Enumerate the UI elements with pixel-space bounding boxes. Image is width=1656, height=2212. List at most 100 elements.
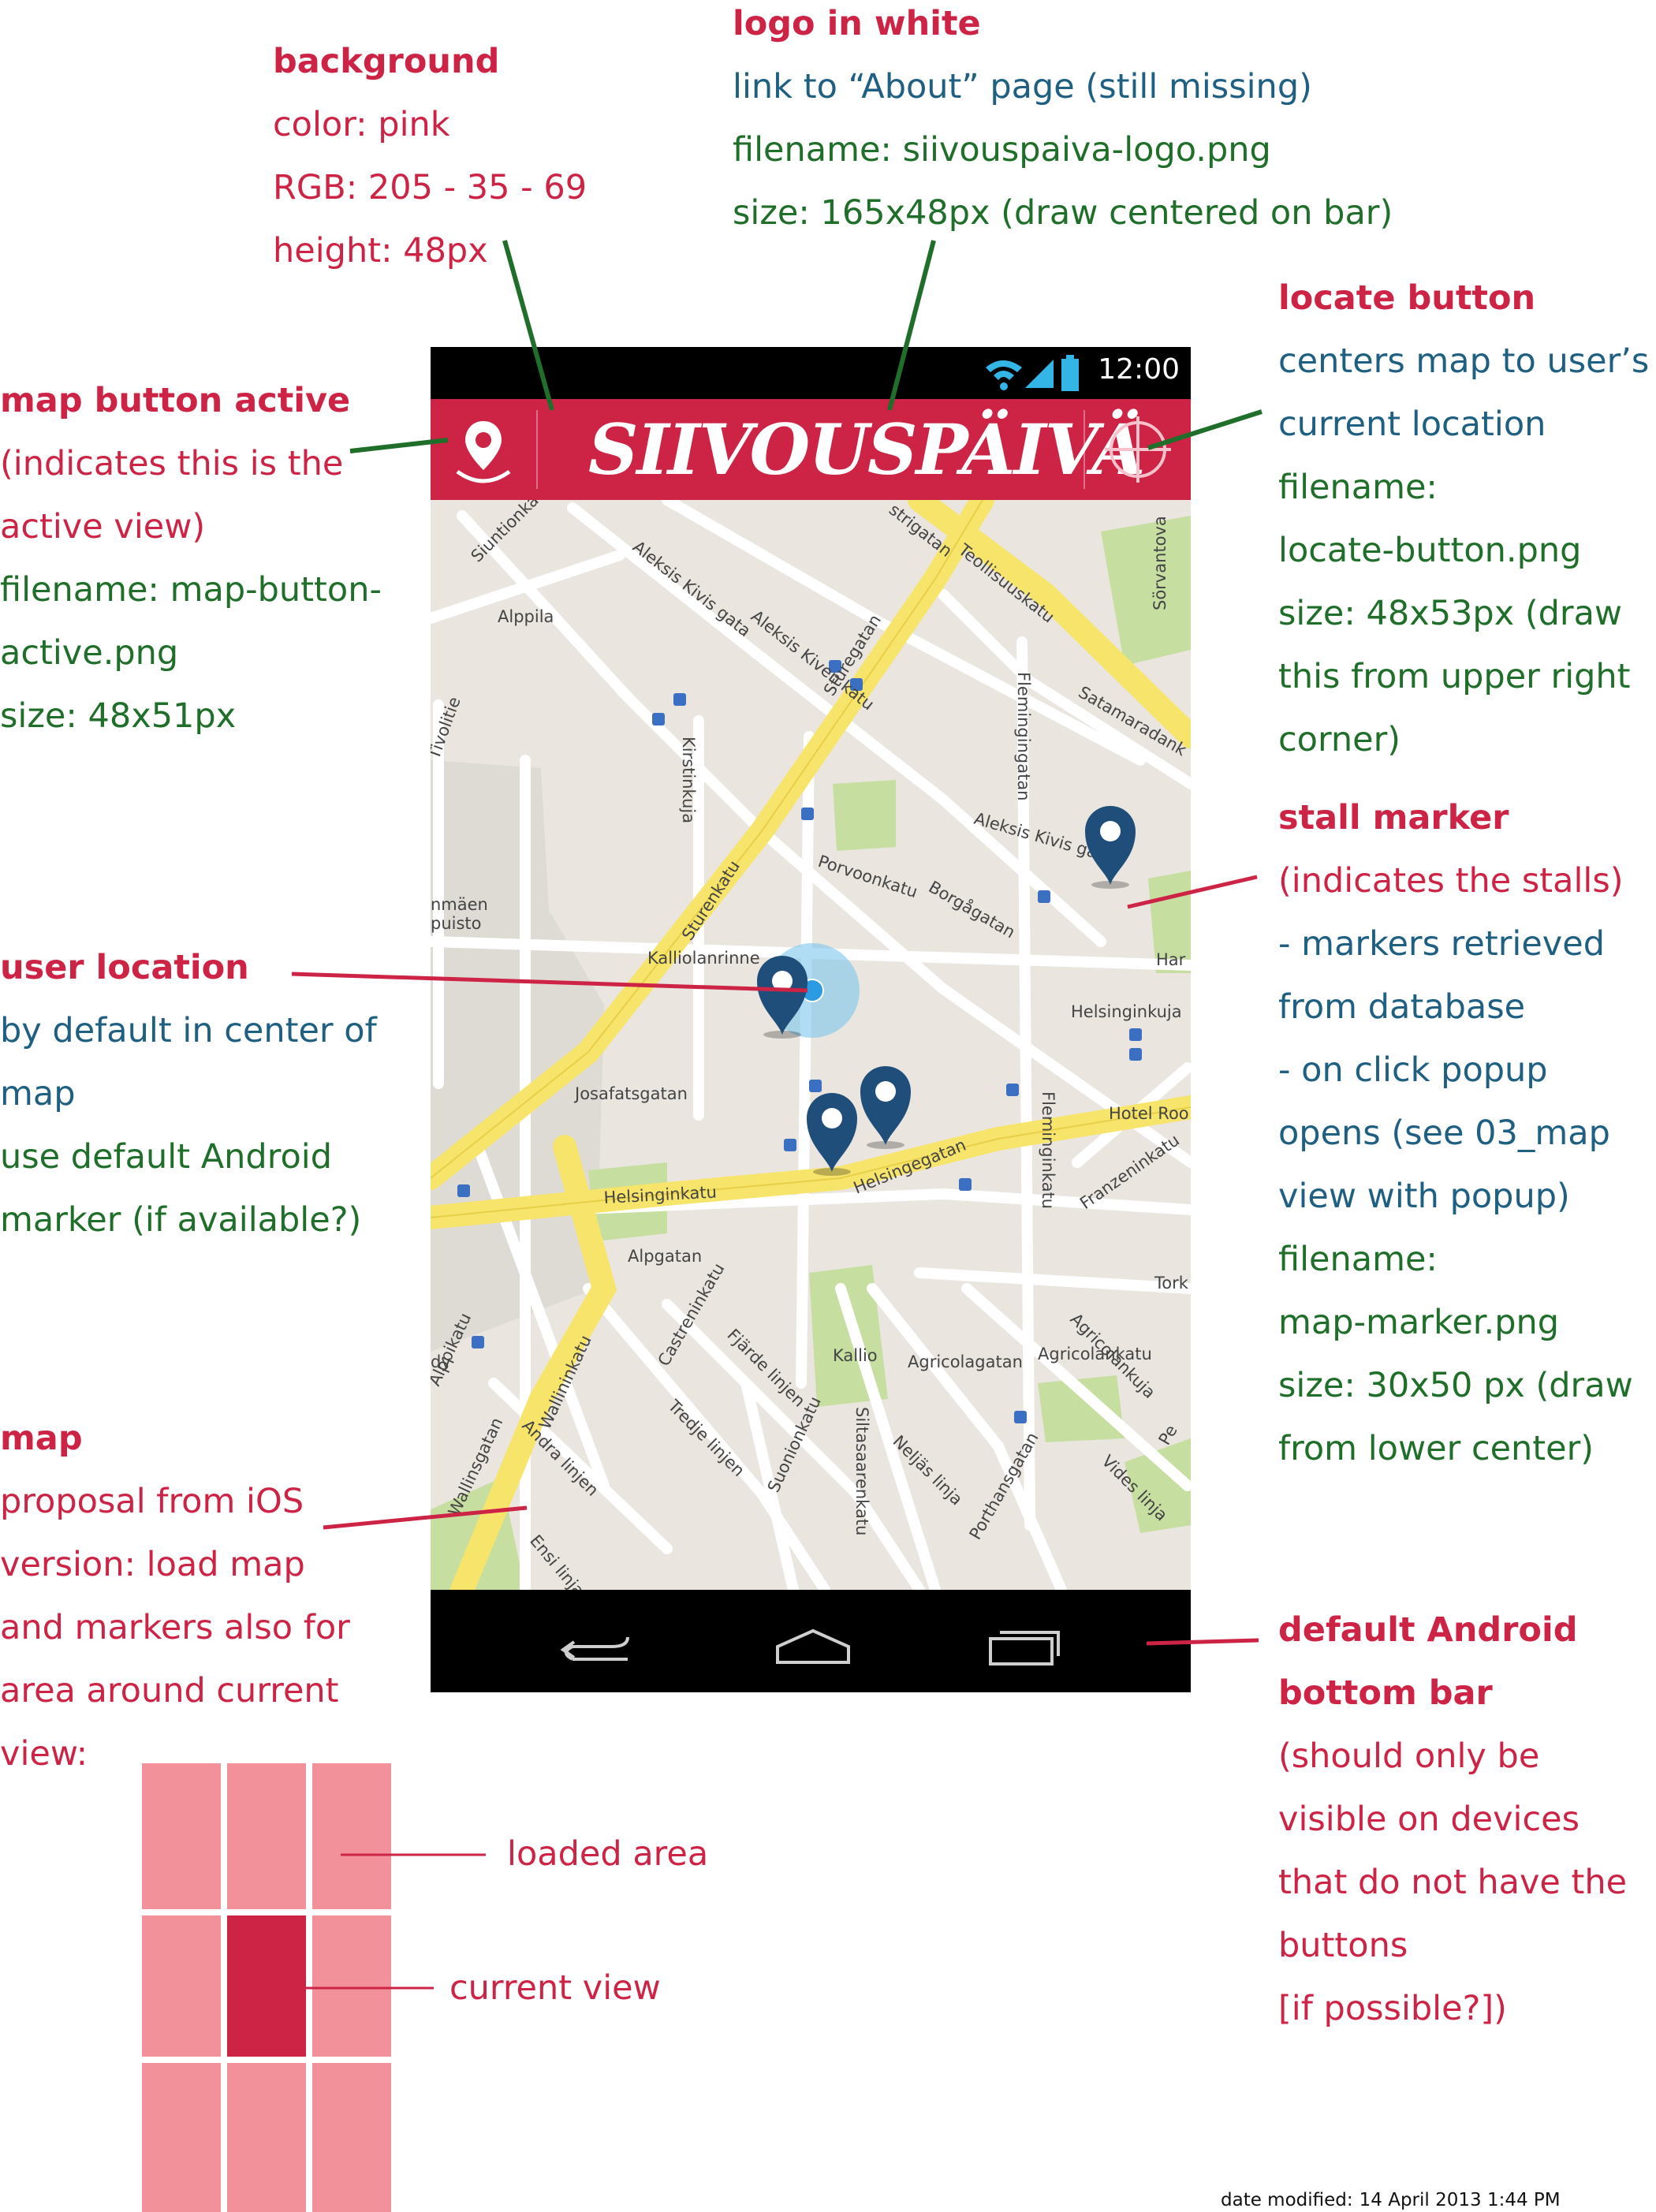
annotation-map: map proposal from iOS version: load map …	[0, 1407, 350, 1785]
annotation-line: filename:	[1278, 468, 1438, 507]
map-label: Tork	[1154, 1274, 1189, 1293]
map-label: Fleminginkatu	[1039, 1091, 1057, 1209]
annotation-title: bottom bar	[1278, 1673, 1493, 1713]
map-view[interactable]: Siuntionkatu Alppila Tivolitie Aleksis K…	[431, 500, 1191, 1590]
annotation-line: filename: map-button-	[0, 570, 382, 610]
loaded-area-label: loaded area	[507, 1834, 709, 1874]
map-label: Helsinginkuja	[1071, 1002, 1182, 1021]
annotation-line: color: pink	[273, 105, 450, 144]
annotation-logo: logo in white link to “About” page (stil…	[733, 0, 1393, 244]
crosshair-icon	[1105, 416, 1171, 483]
annotation-line: active.png	[0, 633, 179, 673]
android-bottom-bar	[431, 1590, 1191, 1692]
annotation-line: marker (if available?)	[0, 1200, 362, 1240]
date-modified: date modified: 14 April 2013 1:44 PM	[1221, 2190, 1561, 2210]
annotation-line: current location	[1278, 405, 1546, 444]
annotation-map-button: map button active (indicates this is the…	[0, 369, 382, 748]
annotation-line: view with popup)	[1278, 1177, 1570, 1216]
annotation-line: filename: siivouspaiva-logo.png	[733, 130, 1271, 170]
app-logo[interactable]: SIIVOUSPÄIVÄ	[588, 410, 1146, 489]
map-label: Har	[1156, 950, 1186, 969]
loaded-area-grid	[142, 1763, 391, 2212]
annotation-bottom-bar: default Android bottom bar (should only …	[1278, 1598, 1627, 2040]
annotation-line: size: 165x48px (draw centered on bar)	[733, 193, 1393, 233]
annotation-title: map	[0, 1419, 83, 1458]
annotation-title: logo in white	[733, 4, 981, 43]
current-view-label: current view	[449, 1968, 661, 2008]
map-button-active[interactable]	[431, 399, 536, 500]
annotation-line: by default in center of	[0, 1011, 377, 1050]
annotation-line: buttons	[1278, 1926, 1408, 1965]
annotation-line: from lower center)	[1278, 1429, 1594, 1468]
status-bar: 12:00	[431, 347, 1191, 399]
phone-screen: 12:00 SIIVOUSPÄIVÄ Siuntionkatu Alppila …	[431, 347, 1191, 1692]
grid-cell	[227, 1763, 306, 1909]
annotation-line: size: 48x53px (draw	[1278, 594, 1623, 633]
map-label: Kalliolanrinne	[647, 949, 760, 968]
app-bar: SIIVOUSPÄIVÄ	[431, 399, 1191, 500]
annotation-title: background	[273, 42, 500, 81]
grid-cell	[312, 1915, 391, 2057]
annotation-line: use default Android	[0, 1137, 332, 1177]
back-icon[interactable]	[557, 1621, 636, 1669]
grid-cell	[227, 2063, 306, 2212]
battery-icon	[1061, 355, 1079, 391]
annotation-line: visible on devices	[1278, 1800, 1580, 1839]
annotation-line: opens (see 03_map	[1278, 1113, 1610, 1153]
annotation-title: map button active	[0, 381, 351, 420]
grid-cell	[312, 2063, 391, 2212]
annotation-line: size: 48x51px	[0, 696, 237, 736]
map-label: puisto	[431, 914, 482, 933]
map-label: Agricolagatan	[908, 1352, 1023, 1371]
locate-button[interactable]	[1085, 399, 1191, 500]
annotation-stall-marker: stall marker (indicates the stalls) - ma…	[1278, 786, 1633, 1480]
map-label: nmäen	[431, 895, 488, 914]
grid-cell	[142, 1763, 221, 1909]
date-modified-label: date modified:	[1221, 2190, 1353, 2210]
annotation-title: stall marker	[1278, 798, 1509, 837]
map-label: Flemingingatan	[1014, 672, 1033, 801]
annotation-line: version: load map	[0, 1545, 305, 1584]
annotation-line: size: 30x50 px (draw	[1278, 1366, 1633, 1405]
home-icon[interactable]	[770, 1621, 856, 1669]
annotation-line: RGB: 205 - 35 - 69	[273, 168, 587, 207]
annotation-title: locate button	[1278, 278, 1536, 318]
annotation-line: filename:	[1278, 1240, 1438, 1279]
annotation-line: - on click popup	[1278, 1050, 1548, 1090]
annotation-background: background color: pink RGB: 205 - 35 - 6…	[273, 30, 587, 282]
annotation-line: - markers retrieved	[1278, 924, 1606, 964]
grid-cell	[142, 2063, 221, 2212]
annotation-title: user location	[0, 948, 249, 987]
map-label: Sörvantova	[1151, 516, 1169, 610]
annotation-line: (indicates the stalls)	[1278, 861, 1624, 901]
grid-cell-current-view	[227, 1915, 306, 2057]
map-label: Agricolankatu	[1038, 1345, 1152, 1363]
map-pin-icon	[456, 421, 511, 483]
date-modified-value: 14 April 2013 1:44 PM	[1359, 2190, 1561, 2210]
grid-cell	[312, 1763, 391, 1909]
map-label: Kirstinkuja	[679, 737, 698, 823]
annotation-line: locate-button.png	[1278, 531, 1582, 570]
map-label: Alppila	[498, 607, 554, 626]
annotation-line: link to “About” page (still missing)	[733, 67, 1312, 106]
annotation-title: default Android	[1278, 1610, 1578, 1650]
annotation-user-location: user location by default in center of ma…	[0, 936, 377, 1251]
annotation-line: (indicates this is the	[0, 444, 344, 483]
annotation-line: centers map to user’s	[1278, 341, 1650, 381]
annotation-line: and markers also for	[0, 1608, 350, 1647]
annotation-line: map-marker.png	[1278, 1303, 1560, 1342]
annotation-line: height: 48px	[273, 231, 488, 270]
annotation-line: that do not have the	[1278, 1863, 1628, 1902]
divider	[536, 410, 538, 489]
annotation-line: this from upper right	[1278, 657, 1631, 696]
status-time: 12:00	[1098, 353, 1180, 386]
annotation-locate-button: locate button centers map to user’s curr…	[1278, 267, 1649, 771]
annotation-line: from database	[1278, 987, 1526, 1027]
annotation-line: (should only be	[1278, 1736, 1540, 1776]
map-label: Alpgatan	[628, 1247, 702, 1266]
map-label: Siltasaarenkatu	[852, 1407, 871, 1535]
annotation-line: area around current	[0, 1671, 339, 1710]
signal-icon	[1025, 360, 1054, 388]
recent-apps-icon[interactable]	[983, 1621, 1069, 1669]
grid-cell	[142, 1915, 221, 2057]
